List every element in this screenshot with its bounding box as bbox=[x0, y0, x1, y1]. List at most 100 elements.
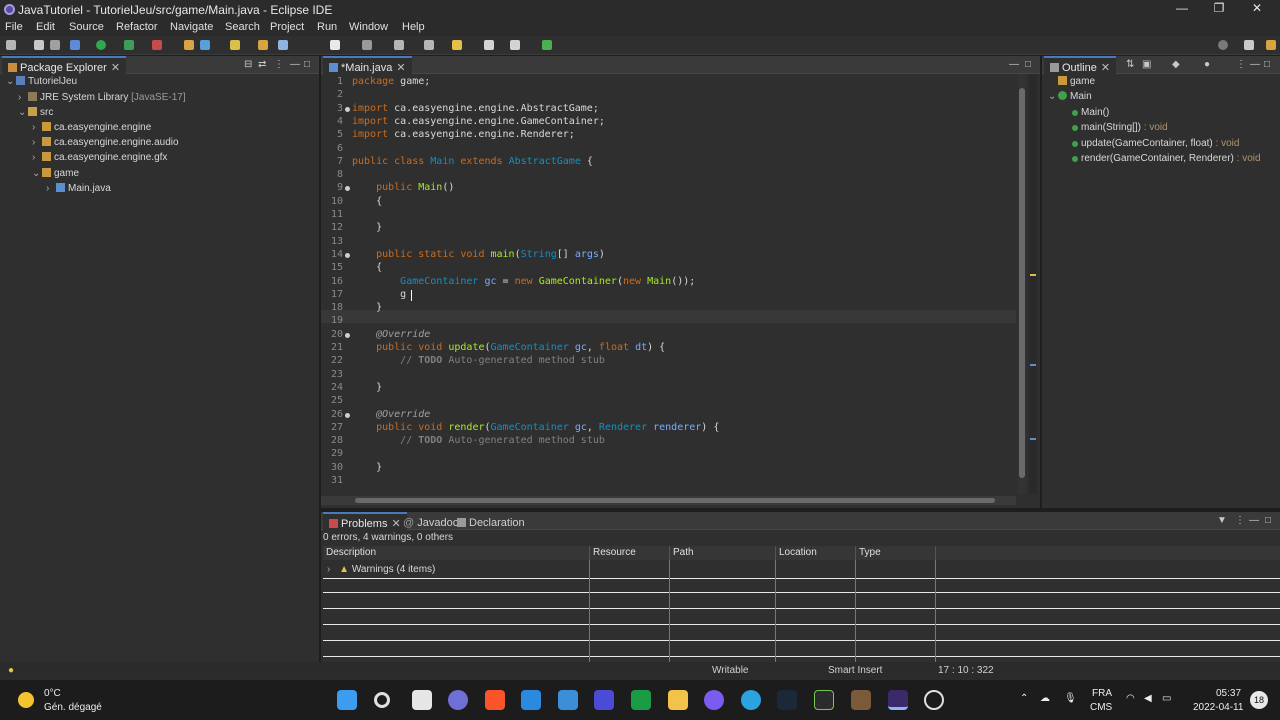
chevron-right-icon[interactable]: › bbox=[32, 137, 42, 148]
search-icon[interactable] bbox=[1218, 40, 1228, 50]
outline-item-method[interactable]: render(GameContainer, Renderer) : void bbox=[1072, 153, 1261, 164]
close-icon[interactable]: ✕ bbox=[1101, 62, 1110, 74]
code-line[interactable]: { bbox=[352, 262, 382, 273]
view-menu-icon[interactable]: ⋮ bbox=[1235, 515, 1245, 526]
tab-package-explorer[interactable]: Package Explorer ✕ bbox=[2, 56, 127, 74]
block-selection-icon[interactable] bbox=[362, 40, 372, 50]
tree-item-src[interactable]: ⌄ src bbox=[18, 107, 53, 118]
java-perspective-icon[interactable] bbox=[1266, 40, 1276, 50]
run-icon[interactable] bbox=[96, 40, 106, 50]
minimize-view-icon[interactable]: — bbox=[290, 59, 300, 70]
chevron-right-icon[interactable]: › bbox=[46, 183, 56, 194]
maximize-view-icon[interactable]: □ bbox=[1265, 515, 1271, 526]
code-line[interactable]: public static void main(String[] args) bbox=[352, 249, 605, 260]
tree-item-project[interactable]: ⌄ TutorielJeu bbox=[6, 76, 77, 87]
code-line[interactable]: } bbox=[352, 462, 382, 473]
telegram-icon[interactable] bbox=[741, 690, 761, 710]
clock-date[interactable]: 2022-04-11 bbox=[1193, 702, 1243, 713]
chevron-down-icon[interactable]: ⌄ bbox=[18, 107, 28, 118]
open-type-icon[interactable] bbox=[230, 40, 240, 50]
toggle-mark-icon[interactable] bbox=[278, 40, 288, 50]
weather-icon[interactable] bbox=[18, 692, 34, 708]
vertical-scrollbar[interactable] bbox=[1018, 74, 1026, 494]
weather-desc[interactable]: Gén. dégagé bbox=[44, 702, 102, 713]
view-menu-icon[interactable]: ⋮ bbox=[1236, 59, 1246, 70]
tree-item-package[interactable]: › ca.easyengine.engine.audio bbox=[32, 137, 179, 148]
code-line[interactable]: } bbox=[352, 302, 382, 313]
tab-declaration[interactable]: Declaration bbox=[451, 512, 531, 530]
chevron-right-icon[interactable]: › bbox=[32, 122, 42, 133]
menu-project[interactable]: Project bbox=[270, 21, 304, 33]
hide-fields-icon[interactable]: ▣ bbox=[1142, 59, 1151, 70]
horizontal-scrollbar[interactable] bbox=[321, 496, 1016, 505]
code-line[interactable]: import ca.easyengine.engine.Renderer; bbox=[352, 129, 575, 140]
column-type[interactable]: Type bbox=[856, 546, 936, 560]
start-icon[interactable] bbox=[337, 690, 357, 710]
menu-window[interactable]: Window bbox=[349, 21, 388, 33]
code-line[interactable]: package game; bbox=[352, 76, 430, 87]
code-line[interactable]: public Main() bbox=[352, 182, 454, 193]
hide-nonpublic-icon[interactable]: ● bbox=[1204, 59, 1210, 70]
maximize-view-icon[interactable]: □ bbox=[304, 59, 310, 70]
brave-icon[interactable] bbox=[485, 690, 505, 710]
back-icon[interactable] bbox=[484, 40, 494, 50]
weather-temp[interactable]: 0°C bbox=[44, 688, 61, 699]
warning-marker[interactable] bbox=[1030, 274, 1036, 276]
column-resource[interactable]: Resource bbox=[590, 546, 670, 560]
battery-icon[interactable]: ▭ bbox=[1162, 693, 1171, 704]
view-menu-icon[interactable]: ⋮ bbox=[274, 59, 284, 70]
pin-editor-icon[interactable] bbox=[542, 40, 552, 50]
mail-icon[interactable] bbox=[558, 690, 578, 710]
store-icon[interactable] bbox=[521, 690, 541, 710]
outline-item-class[interactable]: ⌄ Main bbox=[1048, 91, 1092, 102]
fold-toggle-icon[interactable] bbox=[345, 252, 350, 258]
warnings-row[interactable]: › ▲ Warnings (4 items) bbox=[327, 564, 435, 575]
volume-icon[interactable]: ◀ bbox=[1144, 693, 1152, 704]
code-line[interactable]: import ca.easyengine.engine.AbstractGame… bbox=[352, 103, 599, 114]
menu-file[interactable]: File bbox=[5, 21, 23, 33]
close-icon[interactable]: ✕ bbox=[111, 62, 120, 74]
filter-icon[interactable]: ▼ bbox=[1217, 515, 1227, 526]
menu-refactor[interactable]: Refactor bbox=[116, 21, 158, 33]
editor-app-icon[interactable] bbox=[594, 690, 614, 710]
minimize-button[interactable]: — bbox=[1163, 1, 1201, 18]
column-description[interactable]: Description bbox=[323, 546, 590, 560]
coverage-icon[interactable] bbox=[124, 40, 134, 50]
obs-icon[interactable] bbox=[924, 690, 944, 710]
last-edit-icon[interactable] bbox=[452, 40, 462, 50]
task-marker[interactable] bbox=[1030, 438, 1036, 440]
chevron-down-icon[interactable]: ⌄ bbox=[6, 76, 16, 87]
keyboard-layout[interactable]: CMS bbox=[1090, 702, 1112, 713]
column-location[interactable]: Location bbox=[776, 546, 856, 560]
overview-ruler[interactable] bbox=[1029, 74, 1037, 494]
forward-icon[interactable] bbox=[510, 40, 520, 50]
code-area[interactable]: 1 package game; 2 3 import ca.easyengine.eng… bbox=[321, 74, 1026, 494]
fold-toggle-icon[interactable] bbox=[345, 106, 350, 112]
notification-badge[interactable]: 18 bbox=[1250, 691, 1268, 709]
chat-icon[interactable] bbox=[448, 690, 468, 710]
menu-edit[interactable]: Edit bbox=[36, 21, 55, 33]
file-explorer-icon[interactable] bbox=[668, 690, 688, 710]
word-wrap-icon[interactable] bbox=[330, 40, 340, 50]
tab-outline[interactable]: Outline ✕ bbox=[1044, 56, 1117, 74]
chevron-up-icon[interactable]: ⌃ bbox=[1020, 693, 1028, 704]
save-all-icon[interactable] bbox=[50, 40, 60, 50]
code-line[interactable]: // TODO Auto-generated method stub bbox=[352, 435, 605, 446]
hide-static-icon[interactable]: ◆ bbox=[1172, 59, 1180, 70]
menu-run[interactable]: Run bbox=[317, 21, 337, 33]
chevron-right-icon[interactable]: › bbox=[18, 92, 28, 103]
collapse-all-icon[interactable]: ⊟ bbox=[244, 59, 252, 70]
outline-item-method[interactable]: main(String[]) : void bbox=[1072, 122, 1168, 133]
discord-icon[interactable] bbox=[704, 690, 724, 710]
fold-toggle-icon[interactable] bbox=[345, 186, 350, 192]
task-view-icon[interactable] bbox=[412, 690, 432, 710]
xbox-icon[interactable] bbox=[631, 690, 651, 710]
tab-problems[interactable]: Problems ✕ bbox=[323, 512, 407, 530]
steam-icon[interactable] bbox=[777, 690, 797, 710]
chevron-right-icon[interactable]: › bbox=[327, 564, 330, 575]
tab-main-java[interactable]: *Main.java ✕ bbox=[323, 56, 412, 74]
minimize-view-icon[interactable]: — bbox=[1009, 59, 1019, 70]
scrollbar-thumb[interactable] bbox=[1019, 88, 1025, 478]
link-editor-icon[interactable]: ⇄ bbox=[258, 59, 266, 70]
search-icon[interactable] bbox=[374, 692, 390, 708]
